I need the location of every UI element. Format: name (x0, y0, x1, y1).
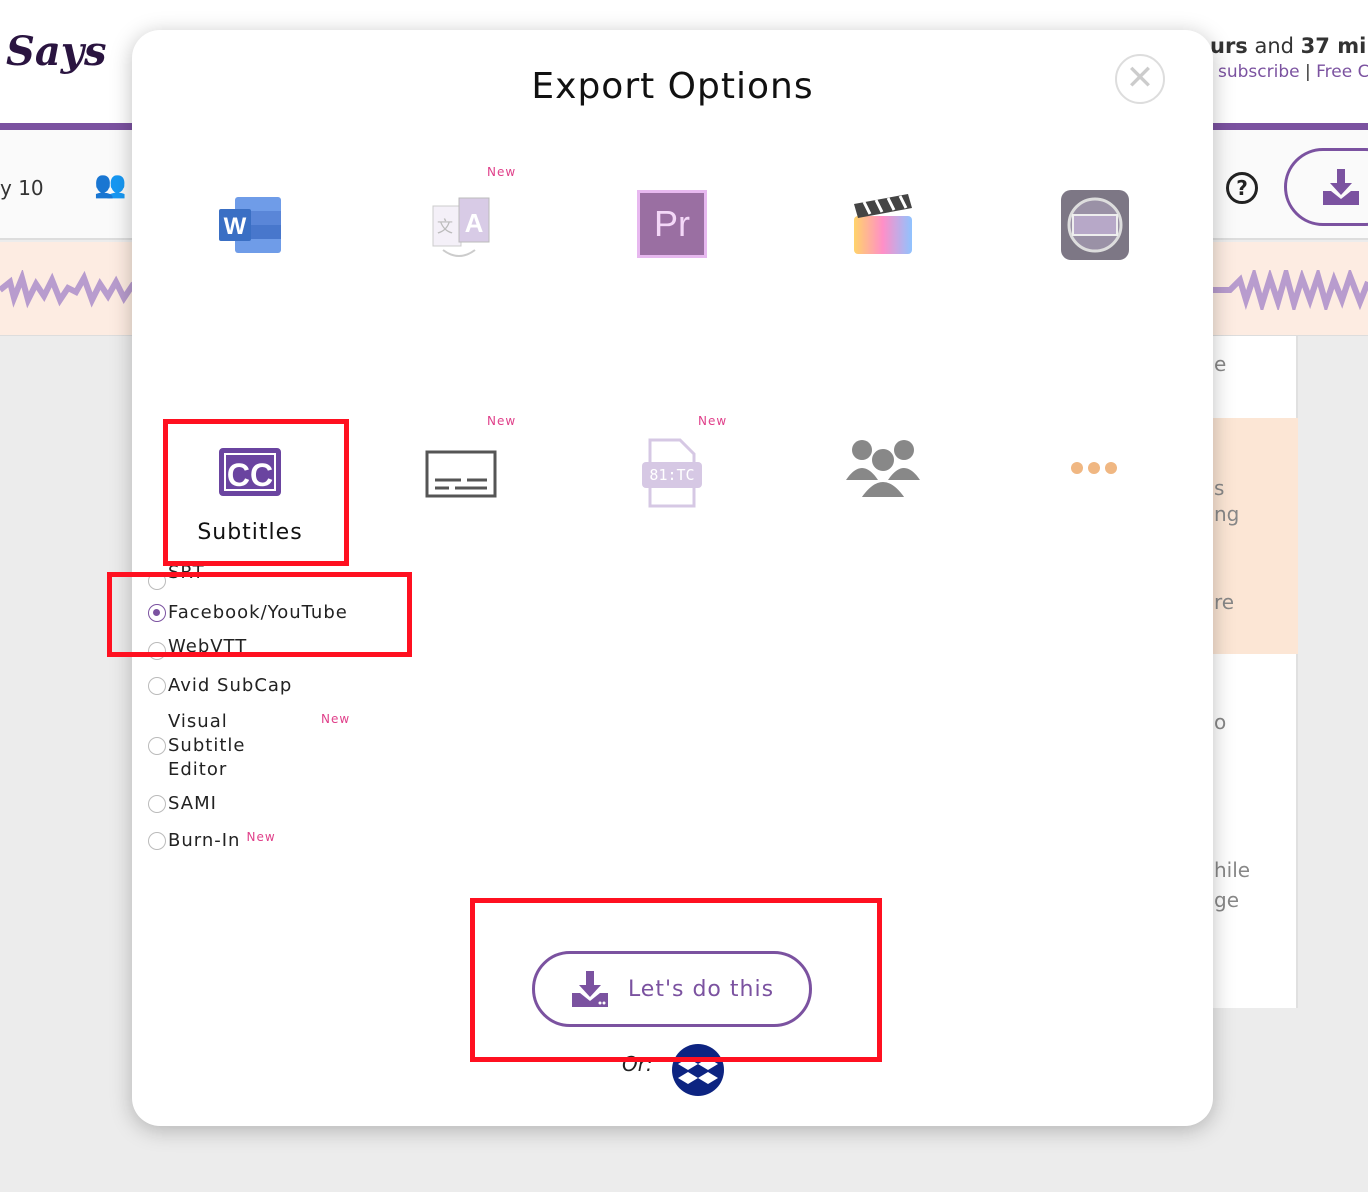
option-final-cut[interactable] (803, 190, 963, 264)
hours-num: 37 (1300, 34, 1330, 58)
new-badge: New (487, 414, 517, 428)
text-fragment: o (1214, 710, 1227, 734)
text-fragment: ng (1214, 502, 1240, 526)
format-label: Visual Subtitle Editor (168, 710, 245, 782)
logo: Says (6, 28, 107, 75)
format-sami[interactable]: SAMI (148, 793, 217, 814)
hours-prefix: urs (1210, 34, 1248, 58)
new-badge: New (487, 165, 517, 179)
option-people[interactable] (803, 434, 963, 502)
people-icon[interactable]: 👥 (94, 170, 126, 200)
format-label-line: Visual (168, 711, 228, 732)
lets-do-this-button[interactable]: Let's do this (532, 951, 812, 1027)
timecode-file-icon: 81:TC (640, 438, 704, 508)
link-separator: | (1299, 62, 1317, 82)
radio-button[interactable] (148, 794, 166, 813)
text-fragment: e (1214, 352, 1227, 376)
button-label: Let's do this (627, 976, 775, 1002)
new-badge: New (246, 829, 276, 844)
close-icon[interactable]: ✕ (1115, 54, 1165, 104)
word-icon: W (219, 197, 281, 253)
format-burn-in[interactable]: Burn-In New (148, 830, 276, 851)
radio-button[interactable] (148, 737, 166, 755)
format-label: Facebook/YouTube (168, 602, 348, 623)
or-label: Or: (622, 1052, 653, 1076)
radio-button[interactable] (148, 676, 166, 695)
right-panel: e s ng re o hile ge (1200, 336, 1298, 1008)
hours-remaining: urs and 37 min (1210, 34, 1368, 58)
format-label-line: Subtitle (168, 735, 246, 756)
text-fragment: re (1214, 590, 1235, 614)
svg-text:文: 文 (437, 217, 453, 236)
format-avid-subcap[interactable]: Avid SubCap (148, 675, 292, 696)
new-badge: New (698, 414, 728, 428)
text-fragment: hile (1214, 858, 1251, 882)
people-icon (846, 440, 920, 499)
timecode-text: 81:TC (649, 466, 695, 484)
format-webvtt[interactable]: WebVTT (148, 638, 247, 662)
final-cut-icon (854, 194, 912, 254)
option-avid[interactable] (1015, 190, 1175, 264)
format-label: Burn-In (168, 830, 241, 851)
format-label: Avid SubCap (168, 675, 293, 696)
dropbox-icon[interactable] (672, 1044, 724, 1096)
format-visual-subtitle-editor[interactable]: Visual Subtitle Editor (148, 710, 245, 782)
translate-icon: A文 (432, 197, 490, 257)
format-label: WebVTT (168, 638, 248, 657)
download-icon (571, 971, 608, 1007)
svg-text:A: A (465, 208, 484, 238)
svg-text:W: W (224, 213, 247, 240)
waveform-left (0, 270, 140, 309)
new-badge: New (321, 712, 351, 726)
more-icon (1071, 462, 1117, 474)
text-fragment: s (1214, 476, 1225, 500)
format-srt[interactable]: SRT (148, 566, 205, 590)
premiere-icon: Pr (637, 190, 707, 258)
download-button[interactable] (1284, 148, 1368, 226)
format-label: SAMI (168, 793, 217, 814)
free-link[interactable]: Free C (1316, 62, 1368, 82)
hours-suffix: min (1337, 34, 1368, 58)
hours-mid: and (1247, 34, 1301, 58)
format-label-line: Editor (168, 759, 228, 780)
option-premiere[interactable]: Pr (592, 190, 752, 258)
format-label: SRT (168, 566, 205, 583)
help-icon[interactable]: ? (1226, 172, 1258, 204)
header-links: subscribe | Free C (1218, 62, 1368, 82)
format-facebook-youtube[interactable]: Facebook/YouTube (148, 602, 348, 623)
option-word[interactable]: W (170, 195, 330, 259)
highlighted-section (1200, 418, 1298, 654)
text-fragment: ge (1214, 888, 1239, 912)
export-options-modal: Export Options ✕ W New A文 Pr CC Subtitle… (132, 30, 1213, 1126)
option-translate[interactable]: A文 (381, 192, 541, 266)
option-subtitles[interactable]: CC Subtitles (170, 448, 330, 545)
modal-title: Export Options (531, 66, 814, 107)
radio-button-selected[interactable] (148, 603, 166, 622)
caption-icon (425, 450, 497, 498)
option-more[interactable] (1015, 460, 1175, 480)
radio-button[interactable] (148, 642, 166, 660)
subscribe-link[interactable]: subscribe (1218, 62, 1300, 82)
option-captions[interactable] (381, 450, 541, 504)
download-icon (1323, 169, 1359, 205)
cc-icon: CC (219, 448, 281, 496)
radio-button[interactable] (148, 831, 166, 850)
avid-icon (1061, 190, 1129, 260)
option-timecode[interactable]: 81:TC (592, 438, 752, 508)
subtitles-label: Subtitles (197, 520, 303, 545)
date-fragment: y 10 (0, 176, 44, 200)
waveform-right (1210, 270, 1368, 310)
radio-button[interactable] (148, 572, 166, 590)
